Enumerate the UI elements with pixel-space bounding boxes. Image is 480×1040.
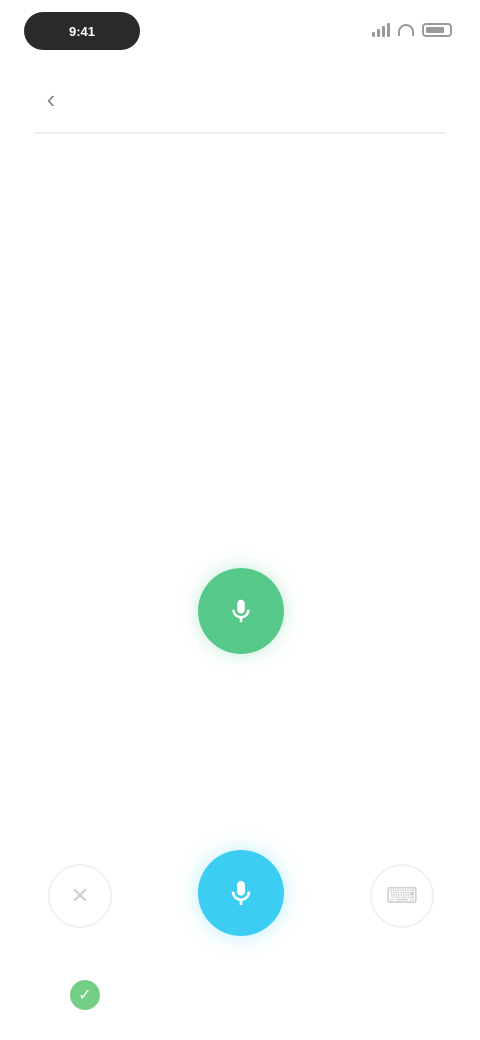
signal-icon (372, 23, 390, 37)
keyboard-icon: ⌨ (386, 883, 418, 908)
microphone-status-indicator (198, 568, 284, 654)
wifi-icon (398, 24, 414, 36)
keyboard-button[interactable]: ⌨ (370, 864, 434, 928)
top-navigation: ‹ (0, 60, 480, 140)
status-time: 9:41 (24, 12, 140, 50)
battery-icon (422, 23, 452, 37)
control-bar: ✕ ⌨ (0, 846, 480, 956)
close-button[interactable]: ✕ (48, 864, 112, 928)
status-bar: 9:41 (0, 0, 480, 60)
close-icon: ✕ (70, 883, 90, 908)
check-icon[interactable]: ✓ (70, 980, 100, 1010)
status-icons (372, 18, 452, 42)
microphone-icon (232, 599, 250, 623)
header-divider (34, 132, 446, 134)
microphone-icon (231, 881, 251, 905)
record-button[interactable] (198, 850, 284, 936)
back-arrow-icon[interactable]: ‹ (34, 82, 68, 116)
privacy-notice: ✓ (70, 978, 440, 1012)
